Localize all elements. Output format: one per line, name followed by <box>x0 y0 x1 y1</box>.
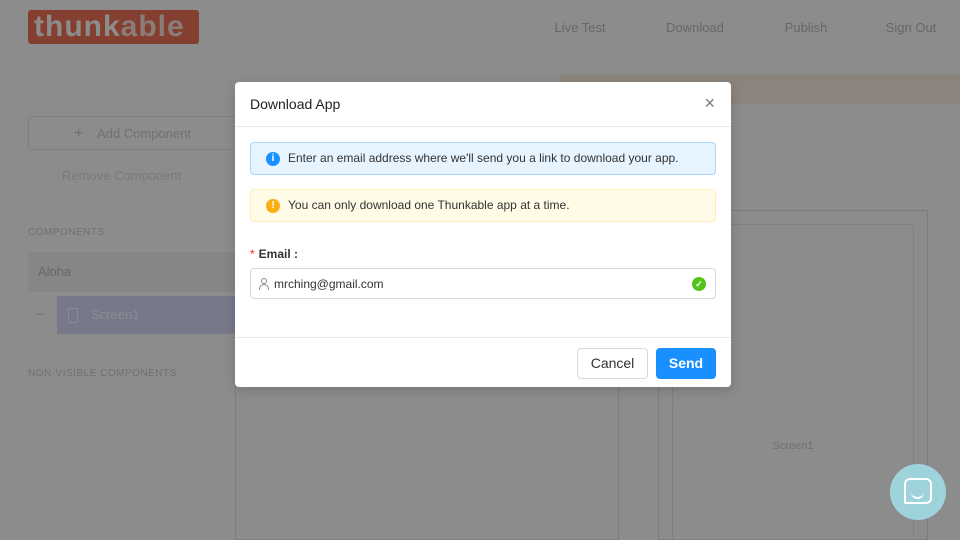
user-icon <box>259 278 269 290</box>
cancel-button[interactable]: Cancel <box>577 348 648 379</box>
required-marker: * <box>250 247 255 261</box>
email-field[interactable] <box>274 269 684 298</box>
warning-alert-text: You can only download one Thunkable app … <box>288 198 570 212</box>
chat-icon <box>904 478 932 504</box>
dialog-footer: Cancel Send <box>235 337 731 387</box>
email-label: * Email : <box>250 247 298 261</box>
info-circle-icon: i <box>266 152 280 166</box>
info-alert-text: Enter an email address where we'll send … <box>288 151 679 165</box>
dialog-title: Download App <box>250 96 341 112</box>
exclamation-circle-icon: ! <box>266 199 280 213</box>
email-field-wrapper: ✓ <box>250 268 716 299</box>
chat-launcher-button[interactable] <box>890 464 946 520</box>
info-alert: i Enter an email address where we'll sen… <box>250 142 716 175</box>
email-label-text: Email : <box>258 247 299 261</box>
close-icon[interactable]: × <box>704 94 715 112</box>
warning-alert: ! You can only download one Thunkable ap… <box>250 189 716 222</box>
send-button[interactable]: Send <box>656 348 716 379</box>
dialog-header: Download App × <box>235 82 731 127</box>
download-app-dialog: Download App × i Enter an email address … <box>235 82 731 387</box>
check-circle-icon: ✓ <box>692 277 706 291</box>
